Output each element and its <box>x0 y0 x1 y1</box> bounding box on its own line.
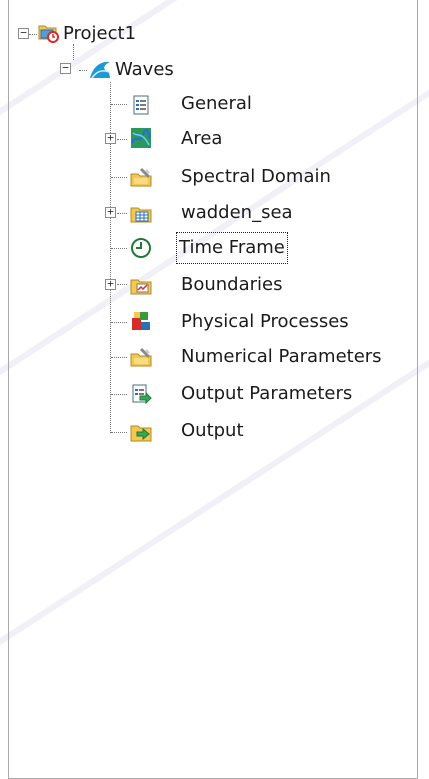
boundaries-icon <box>130 274 152 296</box>
tree-node-label[interactable]: Numerical Parameters <box>179 342 384 372</box>
tree-node-label[interactable]: Physical Processes <box>179 307 351 337</box>
tree-node-label[interactable]: Spectral Domain <box>179 162 333 192</box>
tree-node-output[interactable]: Output <box>179 416 246 446</box>
project-icon <box>37 21 59 43</box>
tree-node-label[interactable]: wadden_sea <box>179 198 295 228</box>
tree-line <box>111 357 127 358</box>
tree-line <box>117 139 127 140</box>
tree-line <box>111 104 127 105</box>
area-icon <box>130 127 152 149</box>
tree-node-waves[interactable]: Waves <box>113 55 176 85</box>
tree-line <box>117 213 127 214</box>
tree-node-label[interactable]: Output <box>179 416 246 446</box>
tree-node-label[interactable]: General <box>179 89 254 119</box>
numerical-parameters-icon <box>130 346 152 368</box>
spectral-domain-icon <box>130 166 152 188</box>
tree-expander-project1[interactable]: − <box>18 27 29 39</box>
tree-node-boundaries[interactable]: Boundaries <box>179 270 285 300</box>
tree-line <box>79 70 87 71</box>
output-parameters-icon <box>130 383 152 405</box>
physical-processes-icon <box>130 310 152 332</box>
tree-node-numerical-parameters[interactable]: Numerical Parameters <box>179 342 384 372</box>
tree-line <box>111 432 127 433</box>
tree-node-area[interactable]: Area <box>179 124 224 154</box>
tree-node-label[interactable]: Time Frame <box>176 232 288 264</box>
tree-expander-boundaries[interactable]: + <box>105 278 116 290</box>
tree-line <box>117 284 127 285</box>
tree-node-output-parameters[interactable]: Output Parameters <box>179 379 354 409</box>
waves-icon <box>89 58 111 80</box>
tree-line <box>111 248 127 249</box>
tree-expander-wadden-sea[interactable]: + <box>105 206 116 218</box>
tree-expander-waves[interactable]: − <box>60 62 71 74</box>
tree-line <box>29 34 37 35</box>
project-tree-panel[interactable]: − Project1 − Waves General + Area Spectr… <box>8 0 418 779</box>
tree-node-project1[interactable]: Project1 <box>61 19 138 49</box>
tree-line <box>111 177 127 178</box>
tree-node-label[interactable]: Waves <box>113 55 176 85</box>
tree-node-general[interactable]: General <box>179 89 254 119</box>
general-icon <box>130 94 152 116</box>
tree-node-label[interactable]: Project1 <box>61 19 138 49</box>
tree-line <box>111 394 127 395</box>
tree-node-label[interactable]: Area <box>179 124 224 154</box>
tree-node-label[interactable]: Output Parameters <box>179 379 354 409</box>
tree-node-time-frame[interactable]: Time Frame <box>176 232 288 264</box>
tree-line <box>111 322 127 323</box>
tree-node-wadden-sea[interactable]: wadden_sea <box>179 198 295 228</box>
tree-node-label[interactable]: Boundaries <box>179 270 285 300</box>
tree-expander-area[interactable]: + <box>105 132 116 144</box>
clock-icon <box>130 237 152 259</box>
output-icon <box>130 421 152 443</box>
tree-node-physical-processes[interactable]: Physical Processes <box>179 307 351 337</box>
grid-icon <box>130 202 152 224</box>
tree-node-spectral-domain[interactable]: Spectral Domain <box>179 162 333 192</box>
